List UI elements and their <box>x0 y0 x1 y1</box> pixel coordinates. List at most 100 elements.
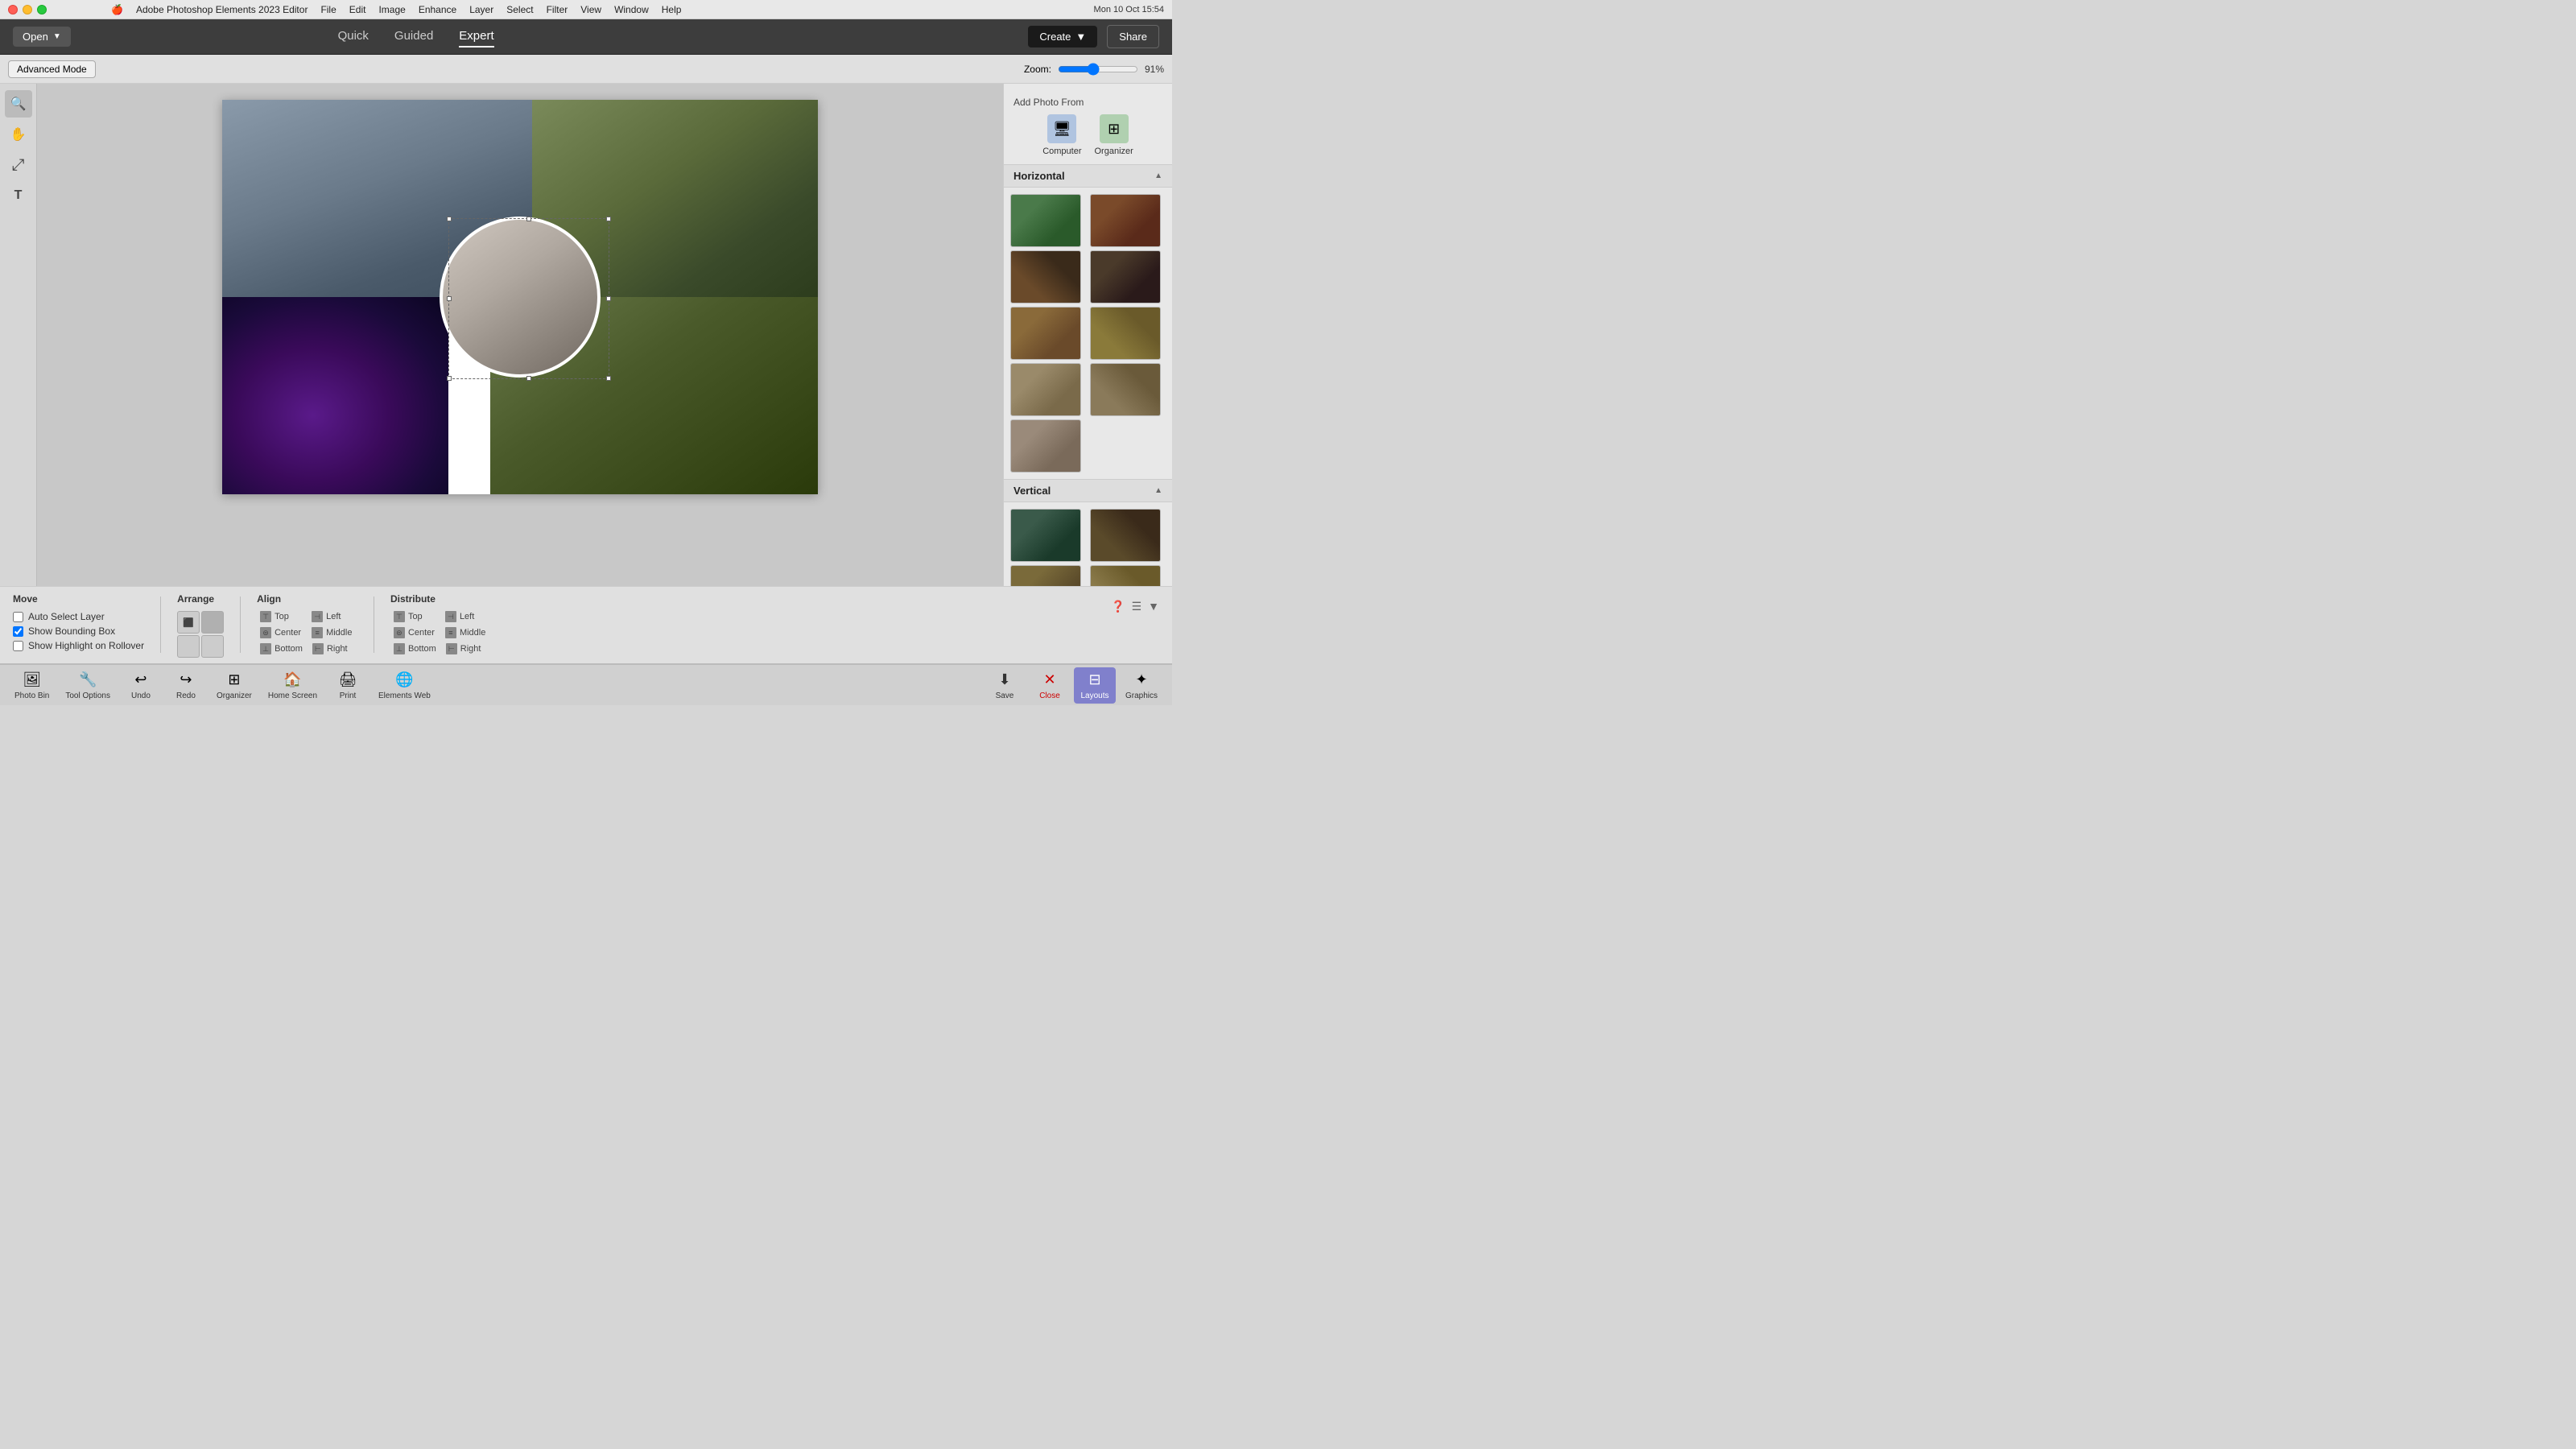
create-button[interactable]: Create ▼ <box>1028 26 1097 47</box>
layout-thumb-v2[interactable] <box>1090 509 1161 562</box>
distribute-bottom-button[interactable]: ⊥ Bottom <box>390 642 440 656</box>
minimize-window-button[interactable] <box>23 5 32 14</box>
canvas-area <box>37 84 1003 586</box>
show-highlight-checkbox[interactable] <box>13 641 23 651</box>
layout-thumb-h1[interactable] <box>1010 194 1081 247</box>
tab-guided[interactable]: Guided <box>394 26 433 47</box>
layout-thumb-h3[interactable] <box>1010 250 1081 303</box>
menu-layer[interactable]: Layer <box>469 4 493 15</box>
tool-options-button[interactable]: 🔧 Tool Options <box>59 667 117 704</box>
list-icon[interactable]: ☰ <box>1132 600 1142 613</box>
layout-thumb-v3[interactable] <box>1010 565 1081 586</box>
zoom-percent: 91% <box>1145 64 1164 75</box>
apple-menu[interactable]: 🍎 <box>111 4 123 15</box>
distribute-middle-button[interactable]: ≡ Middle <box>442 625 490 640</box>
text-tool-button[interactable]: T <box>5 182 32 209</box>
distribute-top-button[interactable]: ⊤ Top <box>390 609 439 624</box>
graphics-label: Graphics <box>1125 691 1158 700</box>
align-center-icon: ⊜ <box>260 627 271 638</box>
hand-tool-button[interactable]: ✋ <box>5 121 32 148</box>
layout-thumb-h4[interactable] <box>1090 250 1161 303</box>
tool-options-icon: 🔧 <box>78 671 97 690</box>
layout-thumb-v4[interactable] <box>1090 565 1161 586</box>
close-window-button[interactable] <box>8 5 18 14</box>
layouts-label: Layouts <box>1080 691 1108 700</box>
layout-thumb-v1[interactable] <box>1010 509 1081 562</box>
advanced-mode-button[interactable]: Advanced Mode <box>8 60 96 78</box>
app-header: Open ▼ Quick Guided Expert Create ▼ Shar… <box>0 19 1172 55</box>
print-button[interactable]: 🖨 Print <box>327 667 369 704</box>
arrange-icon-2[interactable] <box>201 611 224 634</box>
menu-edit[interactable]: Edit <box>349 4 366 15</box>
home-screen-button[interactable]: 🏠 Home Screen <box>262 667 324 704</box>
distribute-row-2: ⊜ Center ≡ Middle <box>390 625 491 640</box>
distribute-right-icon: ⊢ <box>446 643 457 654</box>
search-tool-button[interactable]: 🔍 <box>5 90 32 118</box>
layout-thumb-h5[interactable] <box>1010 307 1081 360</box>
save-button[interactable]: ⬇ Save <box>984 667 1026 704</box>
move-tool-button[interactable]: ⤢ <box>5 151 32 179</box>
divider-1 <box>160 597 161 653</box>
menu-view[interactable]: View <box>580 4 601 15</box>
layout-thumb-h8[interactable] <box>1090 363 1161 416</box>
align-middle-button[interactable]: ≡ Middle <box>308 625 357 640</box>
show-bounding-box-label: Show Bounding Box <box>28 625 115 637</box>
arrange-icon-3[interactable] <box>177 635 200 658</box>
layout-thumb-h6[interactable] <box>1090 307 1161 360</box>
maximize-window-button[interactable] <box>37 5 47 14</box>
align-top-button[interactable]: ⊤ Top <box>257 609 305 624</box>
photo-center-circle[interactable] <box>440 217 601 378</box>
app-name: Adobe Photoshop Elements 2023 Editor <box>136 4 308 15</box>
photo-collage[interactable] <box>222 100 818 494</box>
elements-web-button[interactable]: 🌐 Elements Web <box>372 667 437 704</box>
layouts-button[interactable]: ⊟ Layouts <box>1074 667 1116 704</box>
layout-thumb-h2[interactable] <box>1090 194 1161 247</box>
align-bottom-button[interactable]: ⊥ Bottom <box>257 642 306 656</box>
auto-select-layer-checkbox[interactable] <box>13 612 23 622</box>
arrange-icon-1[interactable]: ⬛ <box>177 611 200 634</box>
menu-filter[interactable]: Filter <box>547 4 568 15</box>
zoom-slider[interactable] <box>1058 63 1138 76</box>
distribute-left-button[interactable]: ⊣ Left <box>442 609 490 624</box>
menu-select[interactable]: Select <box>506 4 533 15</box>
organizer-icon: ⊞ <box>225 671 244 690</box>
organizer-button[interactable]: ⊞ Organizer <box>210 667 258 704</box>
distribute-bottom-icon: ⊥ <box>394 643 405 654</box>
computer-source[interactable]: 🖥 Computer <box>1042 114 1081 156</box>
tab-quick[interactable]: Quick <box>338 26 369 47</box>
window-controls[interactable] <box>8 5 47 14</box>
photo-bottom-left[interactable] <box>222 297 448 494</box>
undo-button[interactable]: ↩ Undo <box>120 667 162 704</box>
align-center-button[interactable]: ⊜ Center <box>257 625 305 640</box>
arrange-icon-4[interactable] <box>201 635 224 658</box>
redo-button[interactable]: ↪ Redo <box>165 667 207 704</box>
distribute-center-button[interactable]: ⊜ Center <box>390 625 439 640</box>
menu-help[interactable]: Help <box>662 4 682 15</box>
share-button[interactable]: Share <box>1107 25 1159 48</box>
graphics-button[interactable]: ✦ Graphics <box>1119 667 1164 704</box>
align-left-button[interactable]: ⊣ Left <box>308 609 357 624</box>
help-icon[interactable]: ❓ <box>1111 600 1125 613</box>
organizer-label: Organizer <box>1095 147 1133 156</box>
vertical-section-header[interactable]: Vertical ▲ <box>1004 479 1172 502</box>
menu-enhance[interactable]: Enhance <box>419 4 456 15</box>
menu-bar: 🍎 Adobe Photoshop Elements 2023 Editor F… <box>111 4 681 15</box>
distribute-right-button[interactable]: ⊢ Right <box>443 642 491 656</box>
close-button[interactable]: ✕ Close <box>1029 667 1071 704</box>
organizer-source[interactable]: ⊞ Organizer <box>1095 114 1133 156</box>
expand-icon[interactable]: ▼ <box>1148 600 1159 613</box>
tab-expert[interactable]: Expert <box>459 26 493 47</box>
layout-thumb-h7[interactable] <box>1010 363 1081 416</box>
menu-file[interactable]: File <box>320 4 336 15</box>
right-panel: Add Photo From 🖥 Computer ⊞ Organizer Ho… <box>1003 84 1172 586</box>
align-right-icon: ⊢ <box>312 643 324 654</box>
show-bounding-box-checkbox[interactable] <box>13 626 23 637</box>
layout-thumb-h9[interactable] <box>1010 419 1081 473</box>
align-right-button[interactable]: ⊢ Right <box>309 642 357 656</box>
undo-label: Undo <box>131 691 151 700</box>
menu-window[interactable]: Window <box>614 4 649 15</box>
menu-image[interactable]: Image <box>378 4 405 15</box>
photo-bin-button[interactable]: 🖼 Photo Bin <box>8 667 56 704</box>
horizontal-section-header[interactable]: Horizontal ▲ <box>1004 164 1172 188</box>
open-button[interactable]: Open ▼ <box>13 27 71 47</box>
